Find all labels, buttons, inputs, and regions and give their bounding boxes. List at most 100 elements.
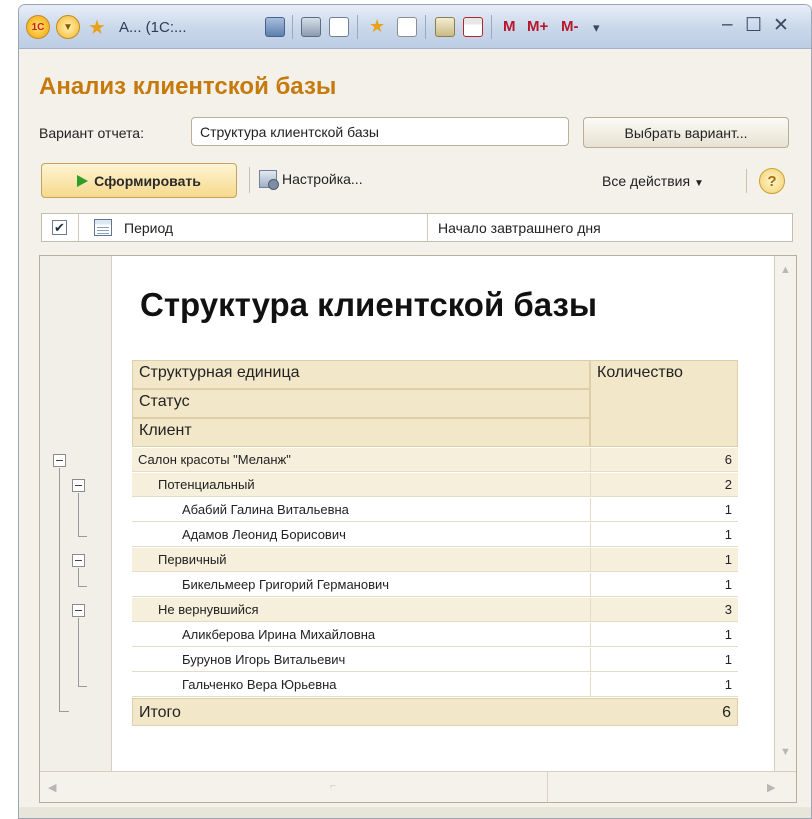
toolbar-separator — [491, 15, 492, 39]
total-row: Итого 6 — [132, 698, 738, 726]
report-title: Структура клиентской базы — [140, 286, 598, 323]
header-status: Статус — [132, 389, 590, 418]
scroll-grip-icon[interactable]: ⌐ — [330, 781, 336, 792]
all-actions-menu[interactable]: Все действия ▼ — [602, 173, 704, 189]
scroll-left-icon[interactable]: ◀ — [48, 781, 56, 794]
variant-field[interactable]: Структура клиентской базы — [191, 117, 569, 146]
row-name: Не вернувшийся — [158, 602, 259, 617]
help-icon[interactable]: ? — [759, 168, 785, 194]
memory-plus-button[interactable]: M+ — [527, 18, 548, 35]
calendar-icon — [94, 219, 112, 236]
header-unit: Структурная единица — [132, 360, 590, 389]
table-row[interactable]: Первичный 1 — [132, 548, 738, 572]
variant-label: Вариант отчета: — [39, 125, 144, 141]
row-qty: 1 — [724, 577, 732, 592]
row-qty: 2 — [724, 477, 732, 492]
row-qty: 3 — [724, 602, 732, 617]
table-row[interactable]: Салон красоты "Меланж" 6 — [132, 448, 738, 472]
status-strip — [19, 807, 811, 818]
toolbar-separator — [425, 15, 426, 39]
row-name: Бурунов Игорь Витальевич — [182, 652, 346, 667]
favorite-star-icon[interactable]: ★ — [85, 15, 109, 39]
cell-divider — [590, 598, 591, 621]
tree-line — [78, 686, 87, 687]
memory-minus-button[interactable]: M- — [561, 18, 579, 35]
report-window: 1С ▼ ★ А... (1С:... ★ M M+ M- ▾ ‒ ☐ ✕ Ан… — [18, 4, 812, 819]
scroll-divider — [547, 772, 548, 802]
table-row[interactable]: Аликберова Ирина Михайловна 1 — [132, 623, 738, 647]
play-icon — [77, 174, 89, 187]
table-row[interactable]: Гальченко Вера Юрьевна 1 — [132, 673, 738, 697]
add-favorite-icon[interactable]: ★ — [369, 17, 389, 37]
generate-button-label: Сформировать — [94, 172, 201, 189]
parameter-row: ✔ Период Начало завтрашнего дня — [41, 213, 793, 242]
horizontal-scrollbar[interactable]: ◀ ⌐ ▶ — [40, 771, 796, 802]
cell-divider — [590, 623, 591, 646]
tree-line — [78, 618, 79, 687]
collapse-icon[interactable] — [72, 479, 85, 492]
chevron-down-icon: ▼ — [694, 178, 704, 189]
generate-button[interactable]: Сформировать — [41, 163, 237, 198]
table-row[interactable]: Бикельмеер Григорий Германович 1 — [132, 573, 738, 597]
settings-icon — [259, 170, 279, 190]
table-row[interactable]: Потенциальный 2 — [132, 473, 738, 497]
tree-line — [59, 468, 60, 712]
cell-divider — [590, 648, 591, 671]
collapse-icon[interactable] — [72, 604, 85, 617]
row-name: Адамов Леонид Борисович — [182, 527, 346, 542]
table-row[interactable]: Бурунов Игорь Витальевич 1 — [132, 648, 738, 672]
1c-logo-icon[interactable]: 1С — [26, 15, 50, 39]
total-label: Итого — [139, 704, 181, 721]
parameter-name: Период — [124, 220, 174, 236]
tree-line — [59, 711, 69, 712]
row-qty: 1 — [724, 527, 732, 542]
row-qty: 1 — [724, 627, 732, 642]
cell-divider — [590, 523, 591, 546]
scroll-right-icon[interactable]: ▶ — [767, 781, 775, 794]
dropdown-icon[interactable]: ▾ — [593, 20, 600, 36]
print-icon[interactable] — [301, 17, 321, 37]
tree-line — [78, 568, 79, 587]
toolbar-separator — [357, 15, 358, 39]
table-row[interactable]: Адамов Леонид Борисович 1 — [132, 523, 738, 547]
main-menu-icon[interactable]: ▼ — [56, 15, 80, 39]
collapse-icon[interactable] — [53, 454, 66, 467]
column-divider — [78, 214, 79, 241]
row-name: Абабий Галина Витальевна — [182, 502, 349, 517]
cell-divider — [590, 448, 591, 471]
scroll-down-icon[interactable]: ▼ — [780, 746, 791, 758]
parameter-value[interactable]: Начало завтрашнего дня — [438, 220, 601, 236]
minimize-button[interactable]: ‒ — [722, 14, 733, 36]
favorites-list-icon[interactable] — [397, 17, 417, 37]
memory-m-button[interactable]: M — [503, 18, 516, 35]
cell-divider — [590, 498, 591, 521]
maximize-button[interactable]: ☐ — [745, 14, 762, 37]
settings-button[interactable]: Настройка... — [259, 170, 363, 190]
collapse-icon[interactable] — [72, 554, 85, 567]
total-qty: 6 — [722, 704, 731, 721]
print-preview-icon[interactable] — [329, 17, 349, 37]
close-button[interactable]: ✕ — [773, 14, 789, 37]
vertical-scrollbar[interactable]: ▲ ▼ — [774, 256, 796, 771]
calendar-icon[interactable] — [463, 17, 483, 37]
calculator-icon[interactable] — [435, 17, 455, 37]
row-qty: 1 — [724, 502, 732, 517]
page-title: Анализ клиентской базы — [39, 73, 337, 100]
cell-divider — [590, 573, 591, 596]
tree-line — [78, 536, 87, 537]
column-divider — [427, 214, 428, 241]
row-qty: 1 — [724, 652, 732, 667]
save-icon[interactable] — [265, 17, 285, 37]
cell-divider — [590, 473, 591, 496]
choose-variant-button[interactable]: Выбрать вариант... — [583, 117, 789, 148]
toolbar-separator — [292, 15, 293, 39]
report-area: Структура клиентской базы Структурная ед… — [39, 255, 797, 803]
parameter-checkbox[interactable]: ✔ — [52, 220, 67, 235]
window-title: А... (1С:... — [119, 19, 187, 36]
scroll-up-icon[interactable]: ▲ — [780, 264, 791, 276]
row-qty: 1 — [724, 677, 732, 692]
table-row[interactable]: Не вернувшийся 3 — [132, 598, 738, 622]
table-row[interactable]: Абабий Галина Витальевна 1 — [132, 498, 738, 522]
tree-line — [78, 586, 87, 587]
row-name: Бикельмеер Григорий Германович — [182, 577, 390, 592]
